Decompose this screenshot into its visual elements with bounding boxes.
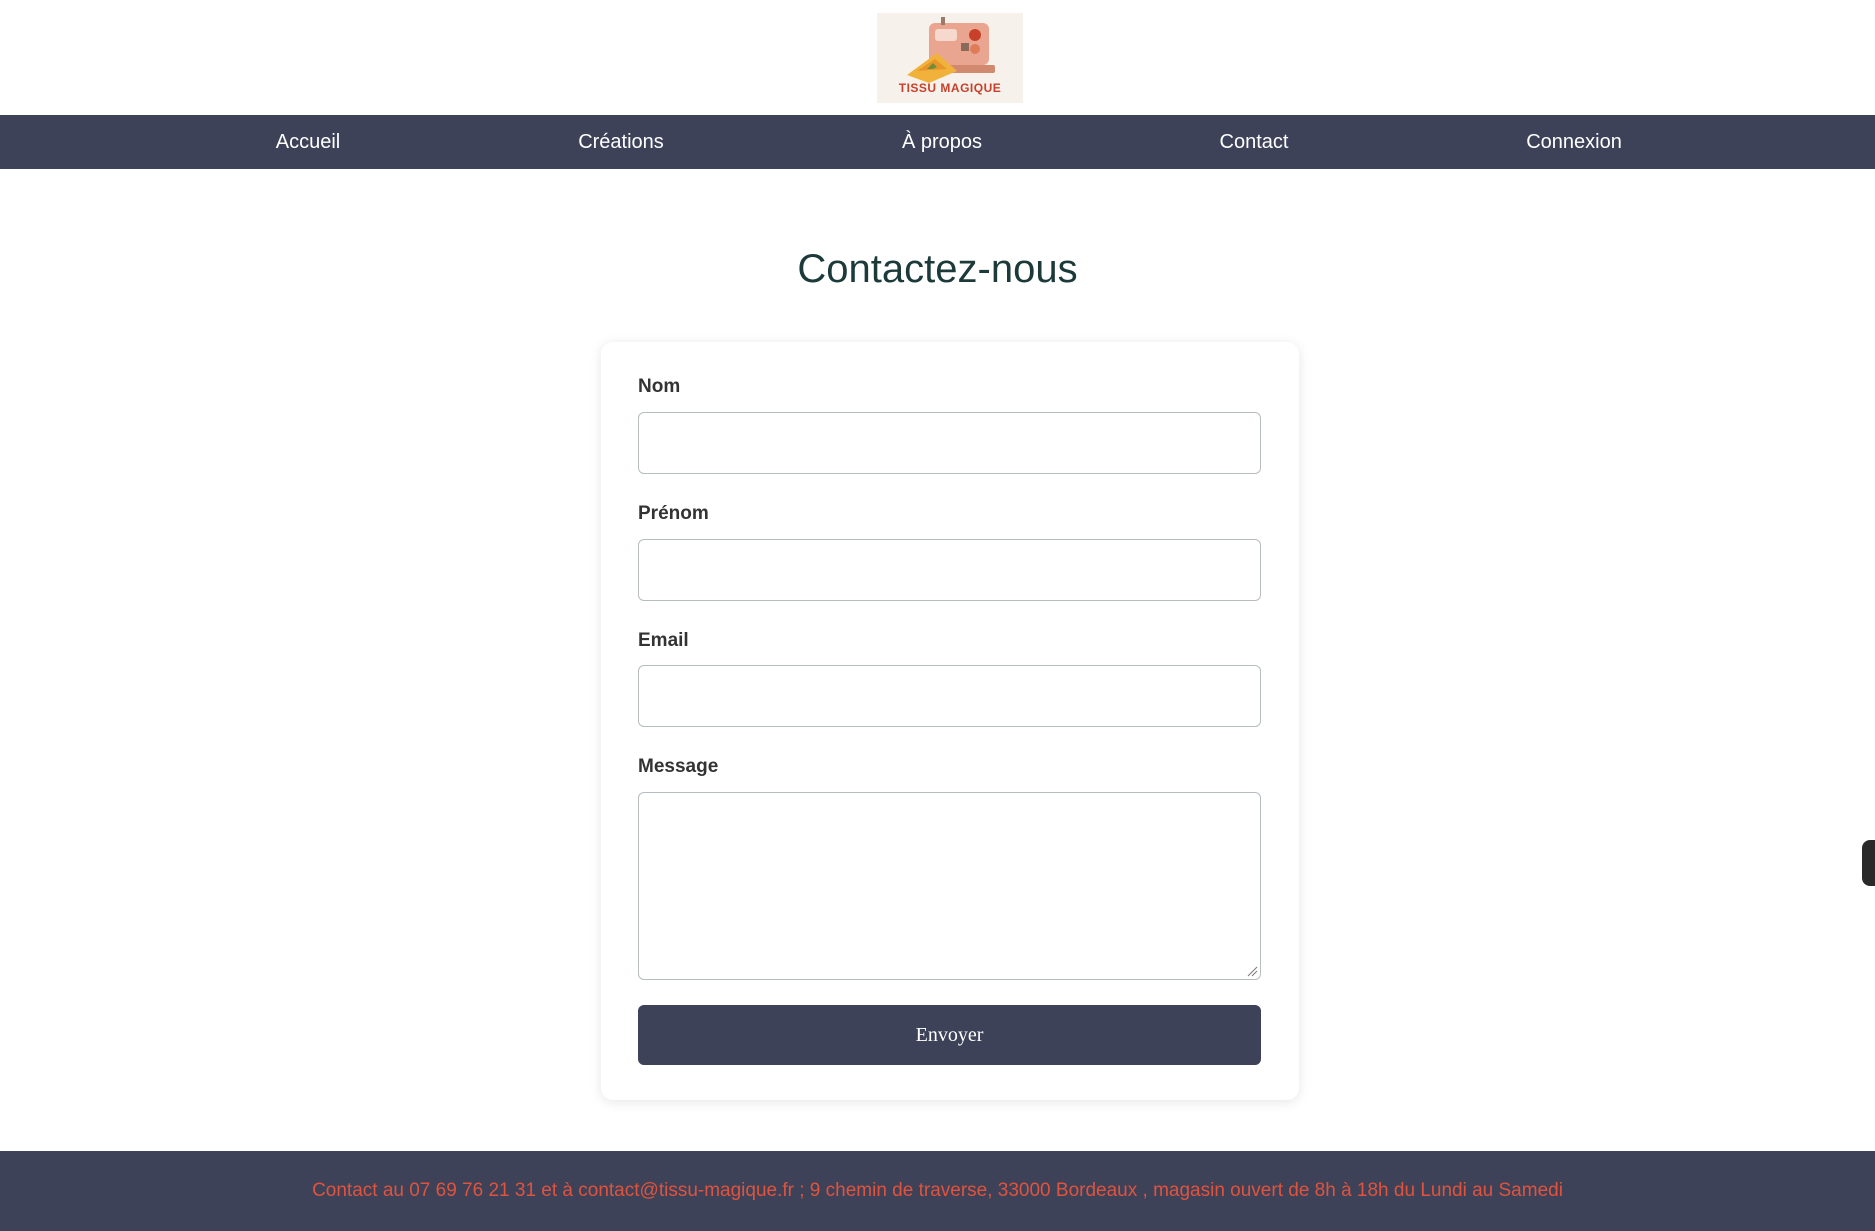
site-logo[interactable]: TISSU MAGIQUE <box>877 13 1023 103</box>
site-footer: Contact au 07 69 76 21 31 et à contact@t… <box>0 1151 1875 1231</box>
nav-item-contact[interactable]: Contact <box>1220 115 1289 169</box>
prenom-label: Prénom <box>638 503 709 524</box>
nav-item-creations[interactable]: Créations <box>578 115 664 169</box>
nav-item-accueil[interactable]: Accueil <box>276 115 340 169</box>
email-label: Email <box>638 630 689 651</box>
nom-label: Nom <box>638 376 681 397</box>
main-nav: Accueil Créations À propos Contact Conne… <box>0 115 1875 169</box>
message-label: Message <box>638 756 719 777</box>
nom-field[interactable] <box>638 412 1261 474</box>
email-field[interactable] <box>638 665 1261 727</box>
contact-form: Nom Prénom Email Message Envoyer <box>601 342 1299 1100</box>
footer-contact-text: Contact au 07 69 76 21 31 et à contact@t… <box>312 1180 1563 1201</box>
floating-side-tab[interactable] <box>1862 840 1875 886</box>
logo-text: TISSU MAGIQUE <box>898 81 1002 95</box>
resize-grip-icon[interactable] <box>1246 965 1258 977</box>
message-field[interactable] <box>638 792 1261 980</box>
submit-button[interactable]: Envoyer <box>638 1005 1261 1065</box>
nav-item-connexion[interactable]: Connexion <box>1526 115 1622 169</box>
prenom-field[interactable] <box>638 539 1261 601</box>
site-header: TISSU MAGIQUE <box>0 0 1875 115</box>
nav-item-a-propos[interactable]: À propos <box>902 115 982 169</box>
page-title: Contactez-nous <box>797 247 1078 291</box>
